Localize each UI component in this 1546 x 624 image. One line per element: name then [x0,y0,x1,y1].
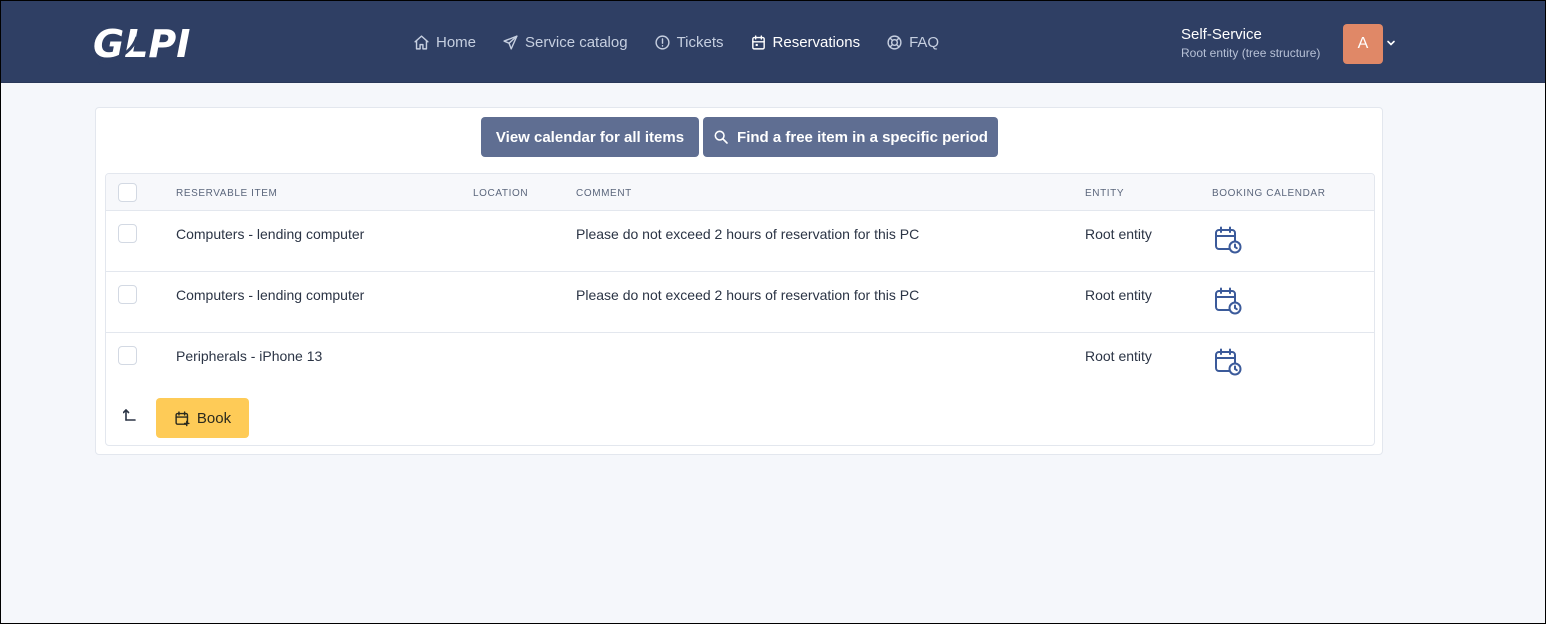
find-free-item-label: Find a free item in a specific period [737,128,988,146]
calendar-plus-icon [175,410,190,426]
lifebuoy-icon [887,34,902,50]
row-comment: Please do not exceed 2 hours of reservat… [576,226,920,242]
corner-up-arrow-icon [123,409,136,421]
column-header-booking-calendar[interactable]: Booking calendar [1212,188,1326,199]
row-entity: Root entity [1085,348,1152,364]
main-nav: Home Service catalog Tickets Reservation… [413,1,965,83]
glpi-logo[interactable]: GLPI [93,19,203,67]
reservable-items-table: Reservable item Location Comment Entity … [105,173,1375,446]
nav-tickets-label: Tickets [676,33,724,51]
select-all-checkbox[interactable] [118,183,137,202]
calendar-clock-icon[interactable] [1213,286,1243,316]
nav-tickets[interactable]: Tickets [654,22,724,62]
reservations-card: View calendar for all items Find a free … [95,107,1383,455]
row-comment: Please do not exceed 2 hours of reservat… [576,287,920,303]
book-button-label: Book [196,409,232,427]
user-entity-name: Root entity (tree structure) [1181,46,1321,60]
row-entity: Root entity [1085,226,1152,242]
row-checkbox[interactable] [118,346,137,365]
avatar[interactable]: A [1343,24,1383,64]
user-profile-block[interactable]: Self-Service Root entity (tree structure… [1181,26,1320,60]
row-checkbox[interactable] [118,285,137,304]
column-header-item[interactable]: Reservable item [176,188,277,199]
nav-service-catalog-label: Service catalog [525,33,628,51]
column-header-entity[interactable]: Entity [1085,188,1124,199]
user-profile-name: Self-Service [1181,26,1262,43]
alert-circle-icon [654,34,670,50]
table-row: Computers - lending computer Please do n… [106,211,1374,272]
home-icon [414,34,429,50]
nav-home[interactable]: Home [413,22,476,62]
table-row: Peripherals - iPhone 13 Root entity [106,333,1374,394]
calendar-clock-icon[interactable] [1213,225,1243,255]
svg-text:GLPI: GLPI [93,22,190,66]
app-window: GLPI Home Service catalog Tickets Reserv… [0,0,1546,624]
row-checkbox[interactable] [118,224,137,243]
find-free-item-button[interactable]: Find a free item in a specific period [703,117,998,157]
row-item-name[interactable]: Computers - lending computer [176,287,364,303]
row-item-name[interactable]: Peripherals - iPhone 13 [176,348,322,364]
table-row: Computers - lending computer Please do n… [106,272,1374,333]
calendar-clock-icon[interactable] [1213,347,1243,377]
top-navbar: GLPI Home Service catalog Tickets Reserv… [1,1,1545,83]
nav-home-label: Home [436,33,477,51]
row-item-name[interactable]: Computers - lending computer [176,226,364,242]
row-entity: Root entity [1085,287,1152,303]
view-calendar-button[interactable]: View calendar for all items [481,117,699,157]
search-icon [714,130,728,144]
paper-plane-icon [503,34,518,50]
table-header: Reservable item Location Comment Entity … [106,174,1374,211]
chevron-down-icon[interactable] [1386,38,1396,48]
nav-reservations-label: Reservations [772,33,861,51]
calendar-icon [751,34,765,50]
column-header-location[interactable]: Location [473,188,528,199]
nav-service-catalog[interactable]: Service catalog [502,22,628,62]
nav-faq-label: FAQ [909,33,940,51]
book-button[interactable]: Book [156,398,249,438]
column-header-comment[interactable]: Comment [576,188,632,199]
nav-reservations[interactable]: Reservations [750,22,861,62]
nav-faq[interactable]: FAQ [886,22,939,62]
